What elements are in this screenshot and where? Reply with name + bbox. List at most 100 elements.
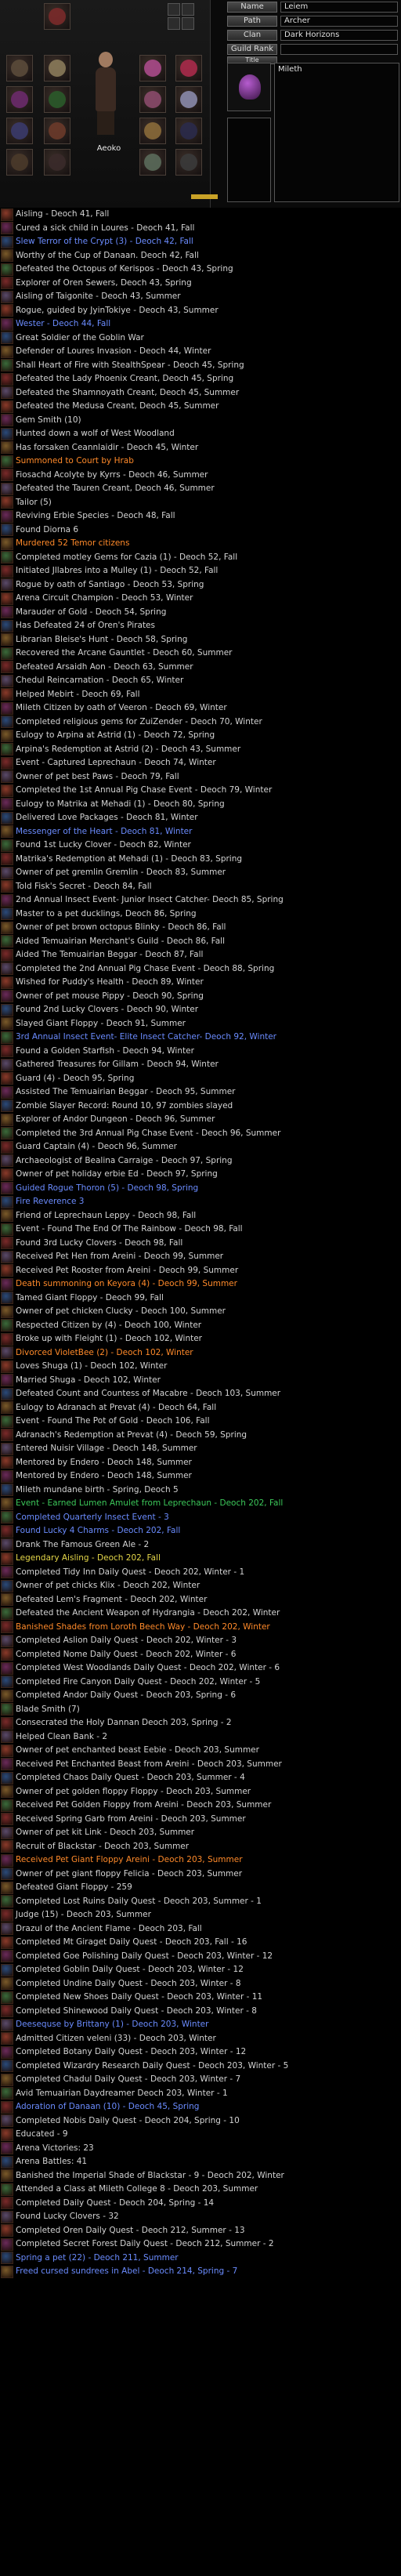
legend-mark-icon <box>1 2005 13 2018</box>
legend-mark-text: Gem Smith (10) <box>16 415 81 425</box>
legend-mark-row: Eulogy to Matrika at Mehadi (1) - Deoch … <box>0 798 401 812</box>
legend-mark-icon <box>1 921 13 934</box>
legend-mark-row: Matrika's Redemption at Mehadi (1) - Deo… <box>0 853 401 867</box>
legend-mark-text: Worthy of the Cup of Danaan. Deoch 42, F… <box>16 250 199 260</box>
legend-mark-text: Defender of Loures Invasion - Deoch 44, … <box>16 346 211 356</box>
legend-mark-row: Summoned to Court by Hrab <box>0 455 401 469</box>
legend-mark-row: Owner of pet enchanted beast Eebie - Deo… <box>0 1744 401 1758</box>
legend-mark-row: Adranach's Redemption at Prevat (4) - De… <box>0 1429 401 1443</box>
equip-slot-overcoat[interactable] <box>139 118 166 144</box>
equip-slot-shield[interactable] <box>6 86 33 113</box>
legend-mark-icon <box>1 1387 13 1400</box>
legend-mark-icon <box>1 2197 13 2210</box>
equip-slot-necklace[interactable] <box>44 3 70 30</box>
legend-mark-row: Owner of pet holiday erbie Ed - Deoch 97… <box>0 1168 401 1182</box>
legend-mark-text: Great Soldier of the Goblin War <box>16 332 144 342</box>
equip-slot-leggings[interactable] <box>44 149 70 176</box>
legend-mark-text: Completed Wizardry Research Daily Quest … <box>16 2060 289 2071</box>
grid-button-3[interactable] <box>168 17 180 30</box>
legend-mark-row: Owner of pet best Paws - Deoch 79, Fall <box>0 770 401 784</box>
legend-mark-text: Spring a pet (22) - Deoch 211, Summer <box>16 2252 179 2263</box>
legend-mark-icon <box>1 1305 13 1318</box>
legend-mark-row: Defeated the Medusa Creant, Deoch 45, Su… <box>0 400 401 414</box>
legend-mark-text: Reviving Erbie Species - Deoch 48, Fall <box>16 511 175 520</box>
legend-mark-icon <box>1 1346 13 1360</box>
equip-slot-helmet[interactable] <box>139 55 166 82</box>
legend-mark-text: Event - Earned Lumen Amulet from Leprech… <box>16 1498 284 1508</box>
equip-slot-weapon[interactable] <box>6 55 33 82</box>
legend-mark-icon <box>1 935 13 948</box>
legend-mark-icon <box>1 825 13 839</box>
legend-mark-icon <box>1 948 13 962</box>
legend-mark-text: Mileth mundane birth - Spring, Deoch 5 <box>16 1484 179 1495</box>
legend-mark-icon <box>1 317 13 331</box>
name-field: Leiem <box>280 2 398 13</box>
legend-mark-icon <box>1 1853 13 1867</box>
legend-mark-text: 2nd Annual Insect Event- Junior Insect C… <box>16 895 284 904</box>
legend-mark-row: Found 3rd Lucky Clovers - Deoch 98, Fall <box>0 1237 401 1251</box>
equip-slot-armor[interactable] <box>175 55 202 82</box>
equip-slot-gauntlet[interactable] <box>44 55 70 82</box>
legend-mark-icon <box>1 277 13 290</box>
grid-button-4[interactable] <box>182 17 194 30</box>
legend-mark-row: Married Shuga - Deoch 102, Winter <box>0 1374 401 1388</box>
equip-slot-accessory[interactable] <box>139 149 166 176</box>
portrait-box[interactable] <box>227 118 271 202</box>
legend-mark-row: Completed Chaos Daily Quest - Deoch 203,… <box>0 1771 401 1785</box>
legend-mark-icon <box>1 441 13 455</box>
legend-mark-row: Fire Reverence 3 <box>0 1195 401 1209</box>
legend-mark-text: Completed Quarterly Insect Event - 3 <box>16 1512 169 1522</box>
scroll-indicator[interactable] <box>191 194 218 199</box>
equip-slot-left-ring[interactable] <box>6 118 33 144</box>
legend-mark-row: Completed Chadul Daily Quest - Deoch 203… <box>0 2073 401 2087</box>
legend-mark-text: Marauder of Gold - Deoch 54, Spring <box>16 607 167 617</box>
legend-mark-row: Received Pet Hen from Areini - Deoch 99,… <box>0 1250 401 1264</box>
equip-slot-boots[interactable] <box>6 149 33 176</box>
legend-mark-text: Owner of pet chicks Klix - Deoch 202, Wi… <box>16 1581 200 1590</box>
legend-mark-icon <box>1 962 13 976</box>
legend-mark-text: Completed Lost Ruins Daily Quest - Deoch… <box>16 1896 262 1906</box>
legend-mark-text: Delivered Love Packages - Deoch 81, Wint… <box>16 813 198 822</box>
legend-mark-text: Completed Goe Polishing Daily Quest - De… <box>16 1951 273 1961</box>
legend-mark-row: Completed Wizardry Research Daily Quest … <box>0 2060 401 2074</box>
legend-mark-icon <box>1 811 13 824</box>
legend-mark-text: Friend of Leprechaun Leppy - Deoch 98, F… <box>16 1210 197 1220</box>
legend-mark-row: Aided The Temuairian Beggar - Deoch 87, … <box>0 948 401 962</box>
legend-mark-text: Completed Aslion Daily Quest - Deoch 202… <box>16 1636 237 1645</box>
legend-mark-row: Marauder of Gold - Deoch 54, Spring <box>0 606 401 620</box>
legend-mark-row: Has forsaken Ceannlaidir - Deoch 45, Win… <box>0 441 401 455</box>
portrait-frame[interactable] <box>227 63 271 111</box>
grid-button-1[interactable] <box>168 3 180 16</box>
legend-mark-row: Mentored by Endero - Deoch 148, Summer <box>0 1469 401 1484</box>
equip-slot-extra[interactable] <box>175 149 202 176</box>
legend-mark-row: Consecrated the Holy Dannan Deoch 203, S… <box>0 1716 401 1730</box>
legend-mark-text: Aided Temuairian Merchant's Guild - Deoc… <box>16 936 226 946</box>
legend-mark-icon <box>1 1813 13 1826</box>
legend-mark-row: Cured a sick child in Loures - Deoch 41,… <box>0 222 401 236</box>
grid-button-2[interactable] <box>182 3 194 16</box>
legend-mark-row: Owner of pet gremlin Gremlin - Deoch 83,… <box>0 866 401 880</box>
legend-mark-text: Owner of pet chicken Clucky - Deoch 100,… <box>16 1306 226 1316</box>
equip-slot-greaves[interactable] <box>44 118 70 144</box>
equip-slot-earring[interactable] <box>139 86 166 113</box>
legend-mark-row: Aisling of Taigonite - Deoch 43, Summer <box>0 290 401 304</box>
legend-mark-text: Completed West Woodlands Daily Quest - D… <box>16 1663 280 1672</box>
profile-text[interactable]: Mileth <box>274 63 399 202</box>
legend-mark-row: Owner of pet chicks Klix - Deoch 202, Wi… <box>0 1579 401 1593</box>
equip-slot-right-ring[interactable] <box>175 86 202 113</box>
legend-mark-icon <box>1 1511 13 1524</box>
equip-slot-belt[interactable] <box>44 86 70 113</box>
legend-mark-text: Defeated the Tauren Creant, Deoch 46, Su… <box>16 484 215 493</box>
legend-mark-row: Explorer of Andor Dungeon - Deoch 96, Su… <box>0 1113 401 1127</box>
legend-mark-icon <box>1 1195 13 1208</box>
legend-mark-row: Helped Mebirt - Deoch 69, Fall <box>0 688 401 702</box>
portrait-gem-icon <box>239 74 261 100</box>
legend-mark-row: Received Pet Golden Floppy from Areini -… <box>0 1799 401 1813</box>
equip-slot-cape[interactable] <box>175 118 202 144</box>
avatar-name: Aeoko <box>96 144 121 153</box>
legend-mark-row: Owner of pet mouse Pippy - Deoch 90, Spr… <box>0 990 401 1004</box>
legend-mark-text: Owner of pet golden floppy Floppy - Deoc… <box>16 1786 251 1796</box>
legend-mark-row: Completed Lost Ruins Daily Quest - Deoch… <box>0 1895 401 1909</box>
legend-mark-text: Completed religious gems for ZuiZender -… <box>16 716 262 726</box>
equipment-panel: Aeoko <box>0 0 218 208</box>
